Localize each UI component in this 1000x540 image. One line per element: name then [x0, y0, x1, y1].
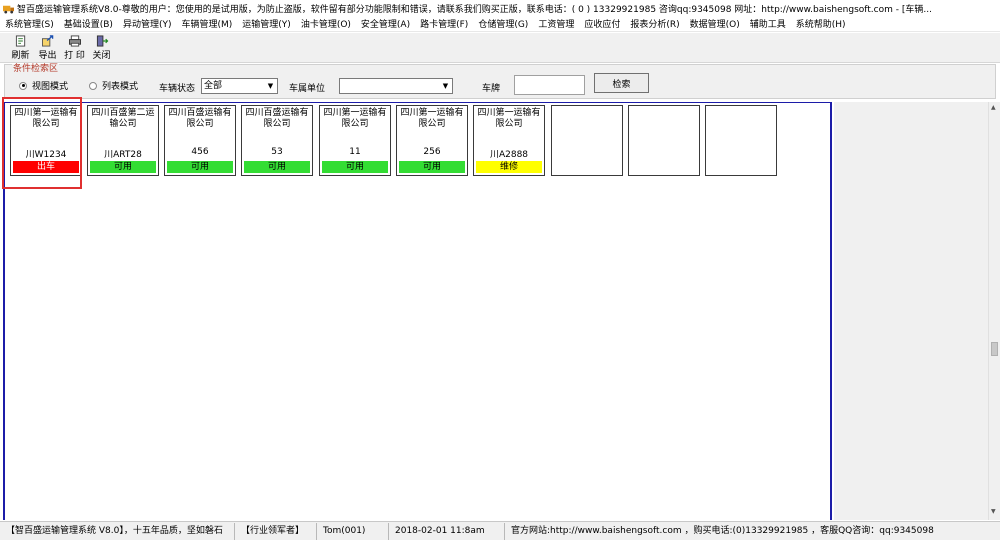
vehicle-status-select[interactable]: 全部 ▼ — [201, 78, 278, 94]
status-user: Tom(001) — [317, 522, 389, 540]
menu-data-management[interactable]: 数据管理(O) — [685, 17, 745, 30]
status-badge: 可用 — [167, 161, 233, 173]
plate-input[interactable] — [514, 75, 585, 95]
export-icon — [41, 35, 53, 47]
menu-transport-management[interactable]: 运输管理(Y) — [237, 17, 296, 30]
menu-safety[interactable]: 安全管理(A) — [356, 17, 415, 30]
menu-basic-settings[interactable]: 基础设置(B) — [59, 17, 118, 30]
scroll-thumb[interactable] — [991, 342, 998, 356]
status-badge: 可用 — [322, 161, 388, 173]
menu-receivable-payable[interactable]: 应收应付 — [579, 17, 625, 30]
exit-door-icon — [96, 35, 108, 47]
card-company: 四川百盛运输有 限公司 — [245, 108, 309, 129]
chevron-down-icon: ▼ — [267, 82, 274, 90]
vehicle-view-area: 四川第一运输有 限公司 川W1234 出车 四川百盛第二运 输公司 川ART28… — [3, 102, 832, 520]
chevron-down-icon: ▼ — [442, 82, 449, 90]
status-badge: 可用 — [90, 161, 156, 173]
export-button[interactable]: 导出 — [35, 35, 60, 61]
menu-warehouse[interactable]: 仓储管理(G) — [473, 17, 533, 30]
card-company: 四川第一运输有 限公司 — [400, 108, 464, 129]
status-badge: 出车 — [13, 161, 79, 173]
refresh-icon — [15, 35, 25, 47]
refresh-label: 刷新 — [11, 51, 30, 61]
status-app: 【智百盛运输管理系统 V8.0】，十五年品质，坚如磐石 — [0, 522, 235, 540]
radio-checked-icon — [19, 81, 27, 90]
card-plate: 256 — [423, 147, 441, 157]
scroll-down-icon[interactable]: ▼ — [991, 508, 996, 515]
menu-salary[interactable]: 工资管理 — [533, 17, 579, 30]
list-mode-label: 列表模式 — [102, 82, 139, 92]
card-plate: 456 — [191, 147, 209, 157]
window-title: 智百盛运输管理系统V8.0-尊敬的用户：您使用的是试用版，为防止盗版，软件留有部… — [17, 4, 932, 15]
vehicle-card[interactable]: 四川百盛第二运 输公司 川ART28 可用 — [87, 105, 159, 176]
view-mode-radio[interactable]: 视图模式 — [19, 79, 68, 92]
app-icon — [3, 5, 14, 14]
print-button[interactable]: 打 印 — [62, 35, 87, 61]
menu-reports[interactable]: 报表分析(R) — [625, 17, 684, 30]
title-bar: 智百盛运输管理系统V8.0-尊敬的用户：您使用的是试用版，为防止盗版，软件留有部… — [0, 0, 1000, 16]
card-plate: 川W1234 — [25, 150, 67, 160]
vehicle-status-label: 车辆状态 — [159, 84, 196, 94]
printer-icon — [68, 35, 81, 47]
owner-unit-select[interactable]: ▼ — [339, 78, 453, 94]
empty-vehicle-card[interactable] — [705, 105, 777, 176]
status-leader: 【行业领军者】 — [235, 522, 317, 540]
filter-panel: 条件检索区 视图模式 列表模式 车辆状态 全部 ▼ 车属单位 ▼ 车牌 检索 — [4, 64, 996, 99]
vehicle-status-value: 全部 — [204, 81, 223, 91]
status-badge: 可用 — [244, 161, 310, 173]
status-contact: 官方网站:http://www.baishengsoft.com ，购买电话:(… — [511, 525, 934, 536]
status-bar: 【智百盛运输管理系统 V8.0】，十五年品质，坚如磐石 【行业领军者】 Tom(… — [0, 521, 1000, 540]
toolbar: 刷新 导出 打 印 关闭 — [0, 33, 1000, 63]
vertical-scrollbar[interactable]: ▲ ▼ — [988, 102, 1000, 520]
print-label: 打 印 — [64, 51, 85, 61]
status-datetime: 2018-02-01 11:8am — [389, 522, 505, 540]
vehicle-card[interactable]: 四川第一运输有 限公司 11 可用 — [319, 105, 391, 176]
refresh-button[interactable]: 刷新 — [8, 35, 33, 61]
card-plate: 川A2888 — [489, 150, 529, 160]
card-company: 四川百盛第二运 输公司 — [91, 108, 155, 129]
list-mode-radio[interactable]: 列表模式 — [89, 79, 138, 92]
vehicle-card[interactable]: 四川第一运输有 限公司 256 可用 — [396, 105, 468, 176]
empty-vehicle-card[interactable] — [551, 105, 623, 176]
owner-unit-label: 车属单位 — [289, 84, 326, 94]
menu-vehicle-management[interactable]: 车辆管理(M) — [176, 17, 237, 30]
menu-fuel-card[interactable]: 油卡管理(O) — [296, 17, 356, 30]
vehicle-card[interactable]: 四川百盛运输有 限公司 53 可用 — [241, 105, 313, 176]
filter-legend: 条件检索区 — [12, 64, 60, 74]
vehicle-card[interactable]: 四川百盛运输有 限公司 456 可用 — [164, 105, 236, 176]
right-panel — [834, 102, 988, 520]
menu-help[interactable]: 系统帮助(H) — [791, 17, 851, 30]
card-company: 四川第一运输有 限公司 — [323, 108, 387, 129]
vehicle-card[interactable]: 四川第一运输有 限公司 川A2888 维修 — [473, 105, 545, 176]
card-company: 四川百盛运输有 限公司 — [168, 108, 232, 129]
card-plate: 11 — [349, 147, 361, 157]
card-company: 四川第一运输有 限公司 — [14, 108, 78, 129]
menu-change-management[interactable]: 异动管理(Y) — [118, 17, 177, 30]
menu-system[interactable]: 系统管理(S) — [0, 17, 59, 30]
status-badge: 维修 — [476, 161, 542, 173]
menu-tools[interactable]: 辅助工具 — [745, 17, 791, 30]
card-plate: 川ART28 — [104, 150, 142, 160]
search-button-label: 检索 — [612, 79, 631, 90]
search-button[interactable]: 检索 — [594, 73, 649, 93]
card-company: 四川第一运输有 限公司 — [477, 108, 541, 129]
vehicle-card[interactable]: 四川第一运输有 限公司 川W1234 出车 — [10, 105, 82, 176]
close-label: 关闭 — [92, 51, 111, 61]
menu-road-card[interactable]: 路卡管理(F) — [415, 17, 473, 30]
menu-bar: 系统管理(S) 基础设置(B) 异动管理(Y) 车辆管理(M) 运输管理(Y) … — [0, 16, 1000, 32]
view-mode-label: 视图模式 — [32, 82, 69, 92]
close-button[interactable]: 关闭 — [89, 35, 114, 61]
status-badge: 可用 — [399, 161, 465, 173]
export-label: 导出 — [38, 51, 57, 61]
empty-vehicle-card[interactable] — [628, 105, 700, 176]
card-plate: 53 — [271, 147, 283, 157]
plate-label: 车牌 — [482, 84, 501, 94]
radio-unchecked-icon — [89, 81, 97, 90]
scroll-up-icon[interactable]: ▲ — [991, 104, 996, 111]
